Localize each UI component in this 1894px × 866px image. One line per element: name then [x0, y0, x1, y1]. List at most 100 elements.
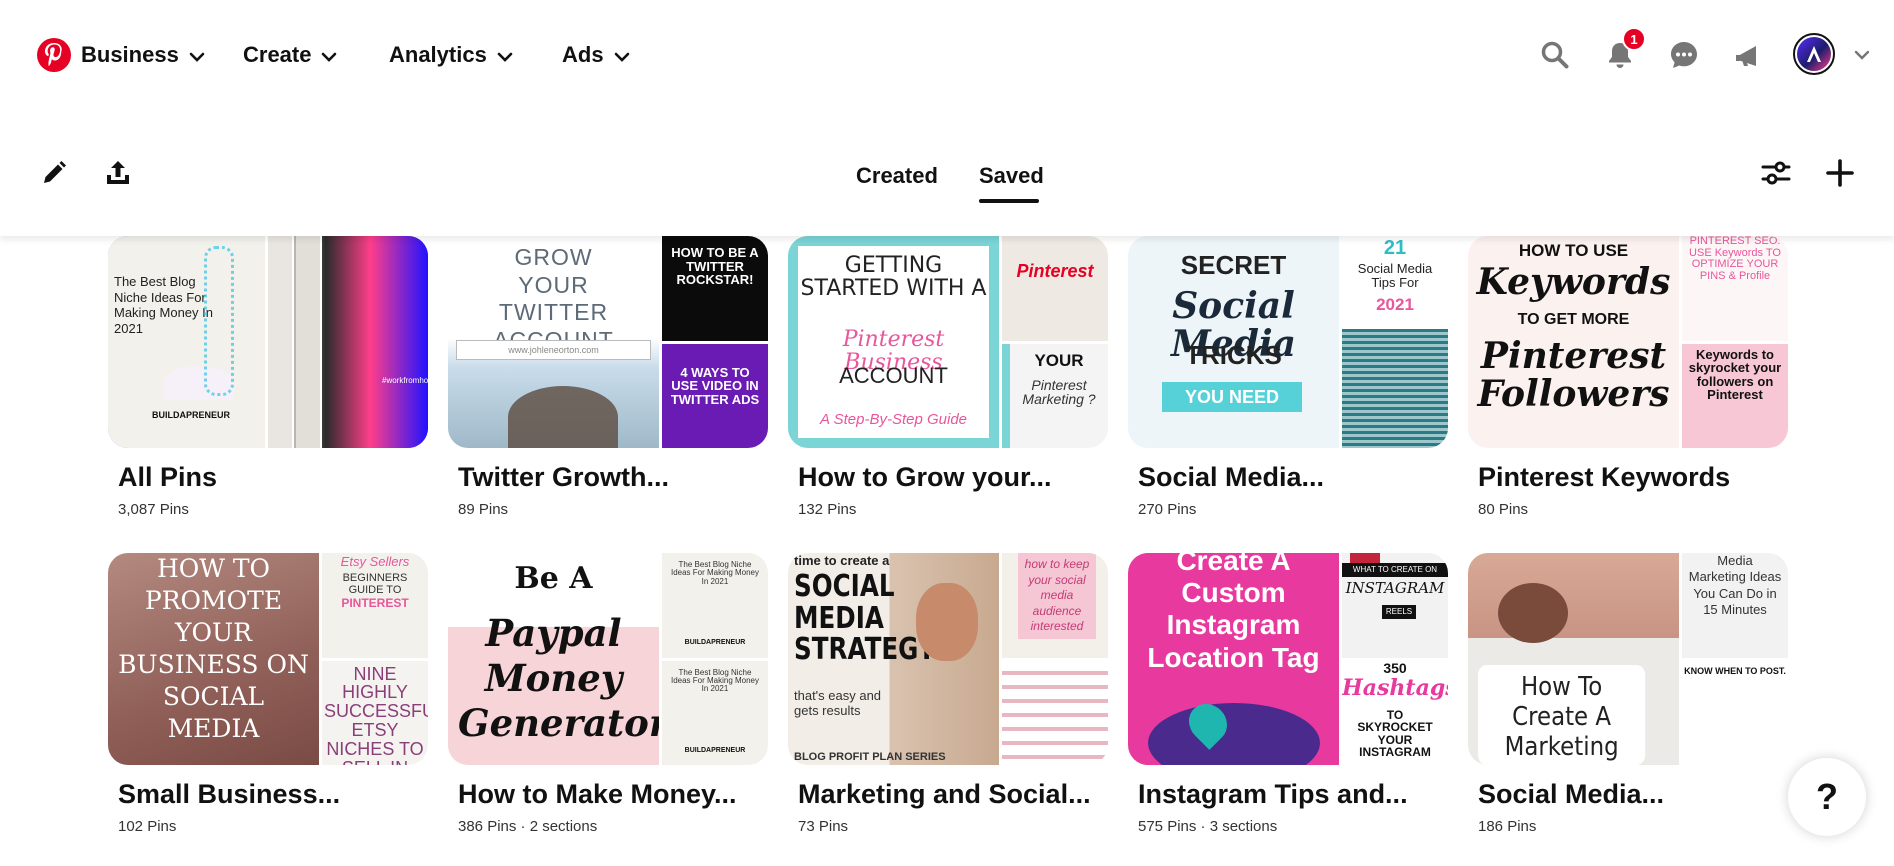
pinterest-logo-icon[interactable] — [37, 38, 71, 72]
nav-ads-label: Ads — [562, 42, 604, 67]
board-pin-count: 73 Pins — [798, 818, 849, 835]
avatar[interactable] — [1793, 33, 1835, 75]
board-card[interactable]: HOW TO USE Keywords TO GET MORE Pinteres… — [1468, 236, 1788, 518]
active-tab-underline — [979, 199, 1039, 203]
cover-top-right-image: The Best Blog Niche Ideas For Making Mon… — [662, 553, 768, 658]
board-cover-image: Create A Custom Instagram Location Tag W… — [1128, 553, 1448, 765]
cover-main-image: HOW TO USE Keywords TO GET MORE Pinteres… — [1468, 236, 1679, 448]
cover-top-right-text: PINTEREST SEO: USE Keywords TO OPTIMIZE … — [1689, 236, 1781, 282]
board-pin-count: 3,087 Pins — [118, 501, 189, 518]
board-cover-image: HOW TO USE Keywords TO GET MORE Pinteres… — [1468, 236, 1788, 448]
board-card[interactable]: Create A Custom Instagram Location Tag W… — [1128, 553, 1448, 835]
board-cover-image: time to create a SOCIAL MEDIA STRATEGY t… — [788, 553, 1108, 765]
search-icon[interactable] — [1536, 36, 1574, 74]
cover-main-image: SECRET Social Media TRICKS YOU NEED — [1128, 236, 1339, 448]
cover-top-right-image: PINTEREST SEO: USE Keywords TO OPTIMIZE … — [1682, 236, 1788, 341]
board-cover-image: SECRET Social Media TRICKS YOU NEED 21 S… — [1128, 236, 1448, 448]
nav-create[interactable]: Create — [243, 40, 337, 70]
cover-top-right-text: PINTEREST — [341, 596, 409, 610]
cover-main-text: time to create a — [794, 553, 890, 568]
decorative-bar — [1350, 553, 1380, 563]
nav-business-label: Business — [81, 42, 179, 67]
board-card[interactable]: How To Create A Marketing Plan For Your … — [1468, 553, 1788, 835]
cover-bottom-right-text: Pinterest Marketing ? — [1022, 376, 1096, 408]
board-title: Social Media... — [1478, 779, 1665, 809]
stacked-pin-edge — [296, 236, 322, 448]
tab-created[interactable]: Created — [856, 163, 938, 189]
messages-icon[interactable] — [1665, 36, 1703, 74]
cover-main-text: ACCOUNT — [839, 363, 948, 388]
notification-count-badge: 1 — [1622, 27, 1646, 51]
cover-bottom-right-text: YOUR — [1034, 350, 1084, 370]
board-card[interactable]: Be A Paypal Money Generator The Best Blo… — [448, 553, 768, 835]
nav-analytics[interactable]: Analytics — [389, 40, 513, 70]
pin-preview-brand: BUILDAPRENEUR — [152, 410, 231, 420]
add-plus-icon[interactable] — [1820, 153, 1860, 193]
cover-top-right-text: The Best Blog Niche Ideas For Making Mon… — [670, 560, 760, 586]
board-title: How to Grow your... — [798, 462, 1052, 492]
chevron-down-icon — [189, 42, 205, 68]
cover-bottom-right-text: Hashtags — [1342, 674, 1448, 701]
board-cover-image: The Best Blog Niche Ideas For Making Mon… — [108, 236, 428, 448]
board-cover-image: Be A Paypal Money Generator The Best Blo… — [448, 553, 768, 765]
cover-top-right-text: INSTAGRAM — [1345, 579, 1445, 597]
cover-main-text: GROW YOUR TWITTER ACCOUNT — [493, 244, 613, 353]
map-pin-illustration — [1148, 703, 1320, 765]
cover-bottom-right-text: NINE HIGHLY SUCCESSFUL ETSY NICHES TO SE… — [324, 663, 428, 765]
cover-top-right-image: Pinterest — [1002, 236, 1108, 341]
woman-image — [916, 583, 978, 661]
board-title: Twitter Growth... — [458, 462, 669, 492]
board-card[interactable]: time to create a SOCIAL MEDIA STRATEGY t… — [788, 553, 1108, 835]
board-cover-image: GETTING STARTED WITH A Pinterest Busines… — [788, 236, 1108, 448]
tab-saved[interactable]: Saved — [979, 163, 1044, 189]
cover-top-right-text: BEGINNERS GUIDE TO — [342, 572, 408, 596]
board-card[interactable]: GETTING STARTED WITH A Pinterest Busines… — [788, 236, 1108, 518]
cover-main-text: Create A Custom Instagram Location Tag — [1147, 553, 1320, 673]
cover-main-text: A Step-By-Step Guide — [819, 411, 968, 428]
cover-main-text: GETTING STARTED WITH A — [800, 253, 987, 302]
board-pin-count: 132 Pins — [798, 501, 857, 518]
cover-main-image: HOW TO PROMOTE YOUR BUSINESS ON SOCIAL M… — [108, 553, 319, 765]
edit-pencil-icon[interactable] — [34, 153, 74, 193]
board-pin-count: 270 Pins — [1138, 501, 1197, 518]
help-button[interactable]: ? — [1788, 758, 1866, 836]
nav-business[interactable]: Business — [81, 40, 205, 70]
board-card[interactable]: HOW TO PROMOTE YOUR BUSINESS ON SOCIAL M… — [108, 553, 428, 835]
account-chevron-down-icon[interactable] — [1847, 36, 1877, 74]
board-title: Social Media... — [1138, 462, 1325, 492]
cover-bottom-right-image: KNOW WHEN TO POST. — [1682, 660, 1788, 765]
cover-bottom-right-text: 4 WAYS TO USE VIDEO IN TWITTER ADS — [670, 364, 760, 407]
announcements-megaphone-icon[interactable] — [1729, 36, 1767, 74]
board-cover-image: GROW YOUR TWITTER ACCOUNT www.johleneort… — [448, 236, 768, 448]
pin-preview-image: The Best Blog Niche Ideas For Making Mon… — [108, 236, 268, 448]
nav-ads[interactable]: Ads — [562, 40, 630, 70]
board-card[interactable]: GROW YOUR TWITTER ACCOUNT www.johleneort… — [448, 236, 768, 518]
share-upload-icon[interactable] — [98, 153, 138, 193]
woman-image — [1498, 583, 1568, 643]
nav-create-label: Create — [243, 42, 312, 67]
profile-toolbar — [0, 108, 1894, 236]
decorative-squiggle — [204, 246, 234, 396]
cover-top-right-image: WHAT TO CREATE ON INSTAGRAM REELS — [1342, 553, 1448, 658]
cover-url-text: www.johleneorton.com — [456, 340, 651, 360]
filter-sliders-icon[interactable] — [1756, 153, 1796, 193]
board-card[interactable]: The Best Blog Niche Ideas For Making Mon… — [108, 236, 428, 518]
cover-main-image: GETTING STARTED WITH A Pinterest Busines… — [788, 236, 999, 448]
cover-top-right-text: HOW TO BE A TWITTER ROCKSTAR! — [671, 245, 759, 288]
board-title: Pinterest Keywords — [1478, 462, 1731, 492]
cover-top-right-text: Etsy Sellers — [340, 554, 410, 569]
cover-main-text: How To Create A Marketing Plan For Your … — [1478, 665, 1646, 765]
cover-bottom-right-image: 4 WAYS TO USE VIDEO IN TWITTER ADS — [662, 343, 768, 448]
cover-top-right-brand: BUILDAPRENEUR — [684, 639, 746, 646]
chevron-down-icon — [497, 42, 513, 68]
board-title: Small Business... — [118, 779, 341, 809]
cover-top-right-text: Social Media Tips For — [1357, 261, 1433, 290]
stacked-pin-tag: #workfromhome — [382, 376, 428, 385]
board-title: How to Make Money... — [458, 779, 737, 809]
cover-bottom-right-text: Keywords to skyrocket your followers on … — [1688, 346, 1782, 403]
cover-main-text: that's easy and gets results — [794, 688, 882, 718]
cover-main-text: TRICKS — [1185, 340, 1282, 370]
cover-bottom-right-text: 350 — [1383, 660, 1407, 676]
board-card[interactable]: SECRET Social Media TRICKS YOU NEED 21 S… — [1128, 236, 1448, 518]
cover-top-right-text: Media Marketing Ideas You Can Do in 15 M… — [1688, 553, 1782, 617]
